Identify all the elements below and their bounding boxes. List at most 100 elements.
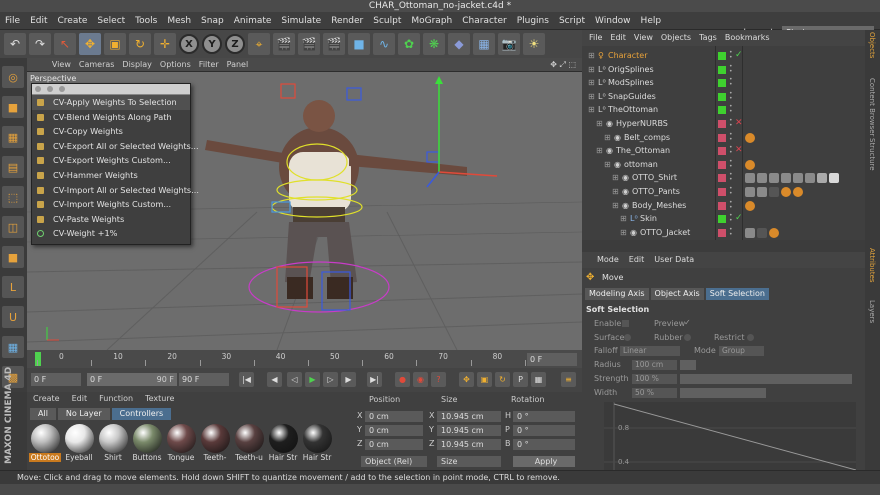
visibility-dots[interactable]: • • [729,213,734,224]
enable-checkbox[interactable] [622,320,629,327]
apply-button[interactable]: Apply [513,456,575,467]
pla-key-icon[interactable]: ▦ [531,372,546,387]
material-tab-controllers[interactable]: Controllers [111,408,172,420]
light-icon[interactable]: ☀ [523,33,545,55]
render-picture-viewer-icon[interactable]: 🎬 [298,33,320,55]
visibility-dots[interactable]: • • [729,199,734,210]
goto-end-icon[interactable]: ▶| [367,372,382,387]
layer-color-chip[interactable] [718,188,726,196]
autokey-icon[interactable]: ◉ [413,372,428,387]
start-frame-field[interactable]: 0 F [31,373,81,386]
object-tag-icon[interactable] [805,173,815,184]
rotation-key-icon[interactable]: ↻ [495,372,510,387]
rotate-tool-icon[interactable]: ↻ [129,33,151,55]
side-tab-attributes[interactable]: Attributes [868,248,876,283]
rotation-b-field[interactable]: 0 ° [513,439,575,450]
material-swatch[interactable]: Buttons [131,424,163,464]
render-view-icon[interactable]: 🎬 [273,33,295,55]
object-row[interactable]: ⊞ L⁰ ModSplines • • [582,76,865,90]
position-y-field[interactable]: 0 cm [365,425,423,436]
object-tag-icon[interactable] [829,173,839,184]
move-tool-icon[interactable]: ✥ [79,33,101,55]
object-tag-icon[interactable] [769,173,779,184]
attribute-tab-modeling-axis[interactable]: Modeling Axis [585,288,649,300]
object-row[interactable]: ⊞ ♀ Character • • ✓ [582,49,865,63]
layer-color-chip[interactable] [718,65,726,74]
material-tab-no-layer[interactable]: No Layer [57,408,110,420]
menu-mograph[interactable]: MoGraph [406,12,457,30]
size-z-field[interactable]: 10.945 cm [437,439,501,450]
size-mode-dropdown[interactable]: Size [437,456,501,467]
layer-color-chip[interactable] [718,160,726,169]
attribute-menu-edit[interactable]: Edit [624,252,650,268]
make-editable-icon[interactable]: ◎ [2,66,24,88]
object-tag-icon[interactable] [745,187,755,197]
side-tab-structure[interactable]: Structure [868,138,876,171]
object-row[interactable]: ⊞ ◉ Belt_comps • • [582,131,865,145]
layer-color-chip[interactable] [718,106,726,115]
menu-edit[interactable]: Edit [25,12,52,30]
menu-window[interactable]: Window [590,12,636,30]
next-frame-icon[interactable]: ▷ [323,372,338,387]
layer-color-chip[interactable] [718,174,726,183]
object-row[interactable]: ⊞ ◉ Body_Meshes • • [582,199,865,213]
object-menu-file[interactable]: File [585,30,606,46]
z-axis-icon[interactable]: Z [225,34,245,54]
scale-tool-icon[interactable]: ▣ [104,33,126,55]
object-row[interactable]: ⊞ ◉ ottoman • • [582,158,865,172]
falloff-curve-graph[interactable]: 0.8 0.4 [604,402,857,471]
material-swatch[interactable]: Teeth- [199,424,231,464]
position-key-icon[interactable]: ✥ [459,372,474,387]
rotation-p-field[interactable]: 0 ° [513,425,575,436]
layer-color-chip[interactable] [718,133,726,142]
menu-select[interactable]: Select [92,12,130,30]
material-swatch[interactable]: Teeth-u [233,424,265,464]
workplane-icon[interactable]: ▤ [2,156,24,178]
layer-color-chip[interactable] [718,52,726,60]
side-tab-objects[interactable]: Objects [868,32,876,58]
viewport-nav-icons[interactable]: ✥ ⤢ ⬚ [546,58,582,72]
visibility-dots[interactable]: • • [729,158,734,169]
redo-icon[interactable]: ↷ [29,33,51,55]
object-tag-icon[interactable] [757,173,767,184]
radius-field[interactable]: 100 cm [632,360,677,370]
polygons-mode-icon[interactable]: ■ [2,246,24,268]
object-tag-icon[interactable] [769,227,779,238]
object-tag-icon[interactable] [793,173,803,184]
visibility-dots[interactable]: • • [729,63,734,74]
layer-color-chip[interactable] [718,228,726,237]
material-swatch[interactable]: Shirt [97,424,129,464]
array-icon[interactable]: ❋ [423,33,445,55]
layer-color-chip[interactable] [718,215,726,224]
side-tab-content-browser[interactable]: Content Browser [868,78,876,136]
object-tag-icon[interactable] [745,227,755,238]
live-select-icon[interactable]: ↖ [54,33,76,55]
menu-character[interactable]: Character [457,12,511,30]
object-tag-icon[interactable] [781,187,791,197]
menu-sculpt[interactable]: Sculpt [368,12,406,30]
floor-icon[interactable]: ▦ [473,33,495,55]
nurbs-icon[interactable]: ✿ [398,33,420,55]
rotation-h-field[interactable]: 0 ° [513,411,575,422]
object-row[interactable]: ⊞ L⁰ OrigSplines • • [582,63,865,77]
menu-plugins[interactable]: Plugins [512,12,554,30]
expand-icon[interactable]: ⊞ [612,171,619,185]
menu-mesh[interactable]: Mesh [162,12,196,30]
visibility-dots[interactable]: • • [729,145,734,156]
menu-help[interactable]: Help [636,12,667,30]
material-swatch[interactable]: Eyeball [63,424,95,464]
object-menu-objects[interactable]: Objects [657,30,695,46]
menu-animate[interactable]: Animate [229,12,277,30]
size-y-field[interactable]: 10.945 cm [437,425,501,436]
falloff-dropdown[interactable]: Linear [620,346,680,356]
strength-slider[interactable] [680,374,852,384]
object-tag-icon[interactable] [745,200,755,211]
viewport-menu-cameras[interactable]: Cameras [75,58,119,72]
expand-icon[interactable]: ⊞ [588,49,595,63]
menu-render[interactable]: Render [326,12,368,30]
object-row[interactable]: ⊞ ◉ The_Ottoman • • ✕ [582,144,865,158]
object-tag-icon[interactable] [757,227,767,238]
undo-icon[interactable]: ↶ [4,33,26,55]
cv-menu-item[interactable]: CV-Export All or Selected Weights... [32,139,199,154]
object-row[interactable]: ⊞ L⁰ TheOttoman • • [582,103,865,117]
